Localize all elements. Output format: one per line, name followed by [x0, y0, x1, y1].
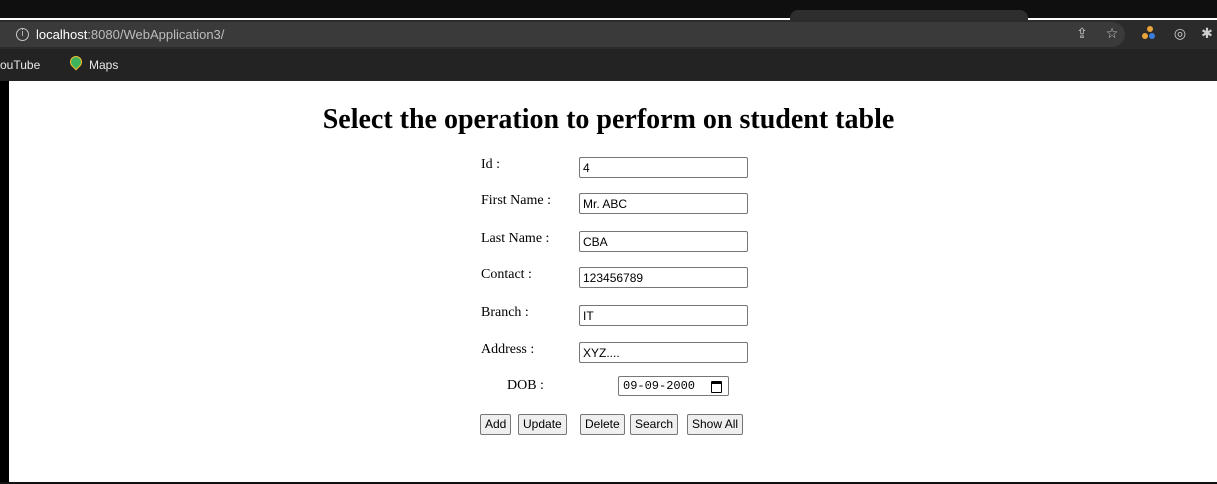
- extension-dots-icon: [1142, 26, 1155, 39]
- url-host: localhost: [36, 27, 88, 42]
- dob-label: DOB :: [507, 378, 544, 393]
- search-button[interactable]: Search: [630, 414, 679, 435]
- branch-label: Branch :: [481, 305, 529, 320]
- address-input[interactable]: [579, 342, 748, 363]
- reading-mode-icon[interactable]: ◎: [1170, 24, 1190, 44]
- page-title: Select the operation to perform on stude…: [322, 104, 895, 135]
- bookmark-maps[interactable]: Maps: [89, 58, 118, 72]
- first-name-input[interactable]: [579, 193, 748, 214]
- last-name-input[interactable]: [579, 231, 748, 252]
- id-input[interactable]: [579, 157, 748, 178]
- dob-value: 09-09-2000: [623, 379, 696, 393]
- address-label: Address :: [481, 342, 535, 357]
- calendar-icon[interactable]: [711, 381, 722, 393]
- info-icon[interactable]: i: [16, 28, 29, 41]
- window-edge: [0, 81, 9, 484]
- contact-input[interactable]: [579, 267, 748, 288]
- puzzle-icon[interactable]: ✱: [1197, 24, 1217, 44]
- add-button[interactable]: Add: [480, 414, 512, 435]
- last-name-label: Last Name :: [481, 231, 550, 246]
- contact-label: Contact :: [481, 267, 532, 282]
- id-label: Id :: [481, 157, 501, 172]
- url-path: :8080/WebApplication3/: [87, 27, 225, 42]
- extension-icon[interactable]: [1139, 24, 1159, 44]
- delete-button[interactable]: Delete: [580, 414, 625, 435]
- branch-input[interactable]: [579, 305, 748, 326]
- bookmark-youtube[interactable]: ouTube: [0, 58, 40, 72]
- tab-strip: [0, 0, 1217, 18]
- star-icon[interactable]: ☆: [1102, 24, 1122, 44]
- browser-tab[interactable]: [790, 10, 1028, 20]
- show-all-button[interactable]: Show All: [687, 414, 744, 435]
- bookmarks-bar: [0, 49, 1217, 81]
- share-icon[interactable]: ⇪: [1072, 24, 1092, 44]
- first-name-label: First Name :: [481, 193, 551, 208]
- update-button[interactable]: Update: [518, 414, 567, 435]
- browser-window: i localhost:8080/WebApplication3/ ⇪ ☆ ◎ …: [0, 0, 1217, 484]
- url-text[interactable]: localhost:8080/WebApplication3/: [36, 27, 224, 42]
- dob-input[interactable]: 09-09-2000: [618, 376, 729, 396]
